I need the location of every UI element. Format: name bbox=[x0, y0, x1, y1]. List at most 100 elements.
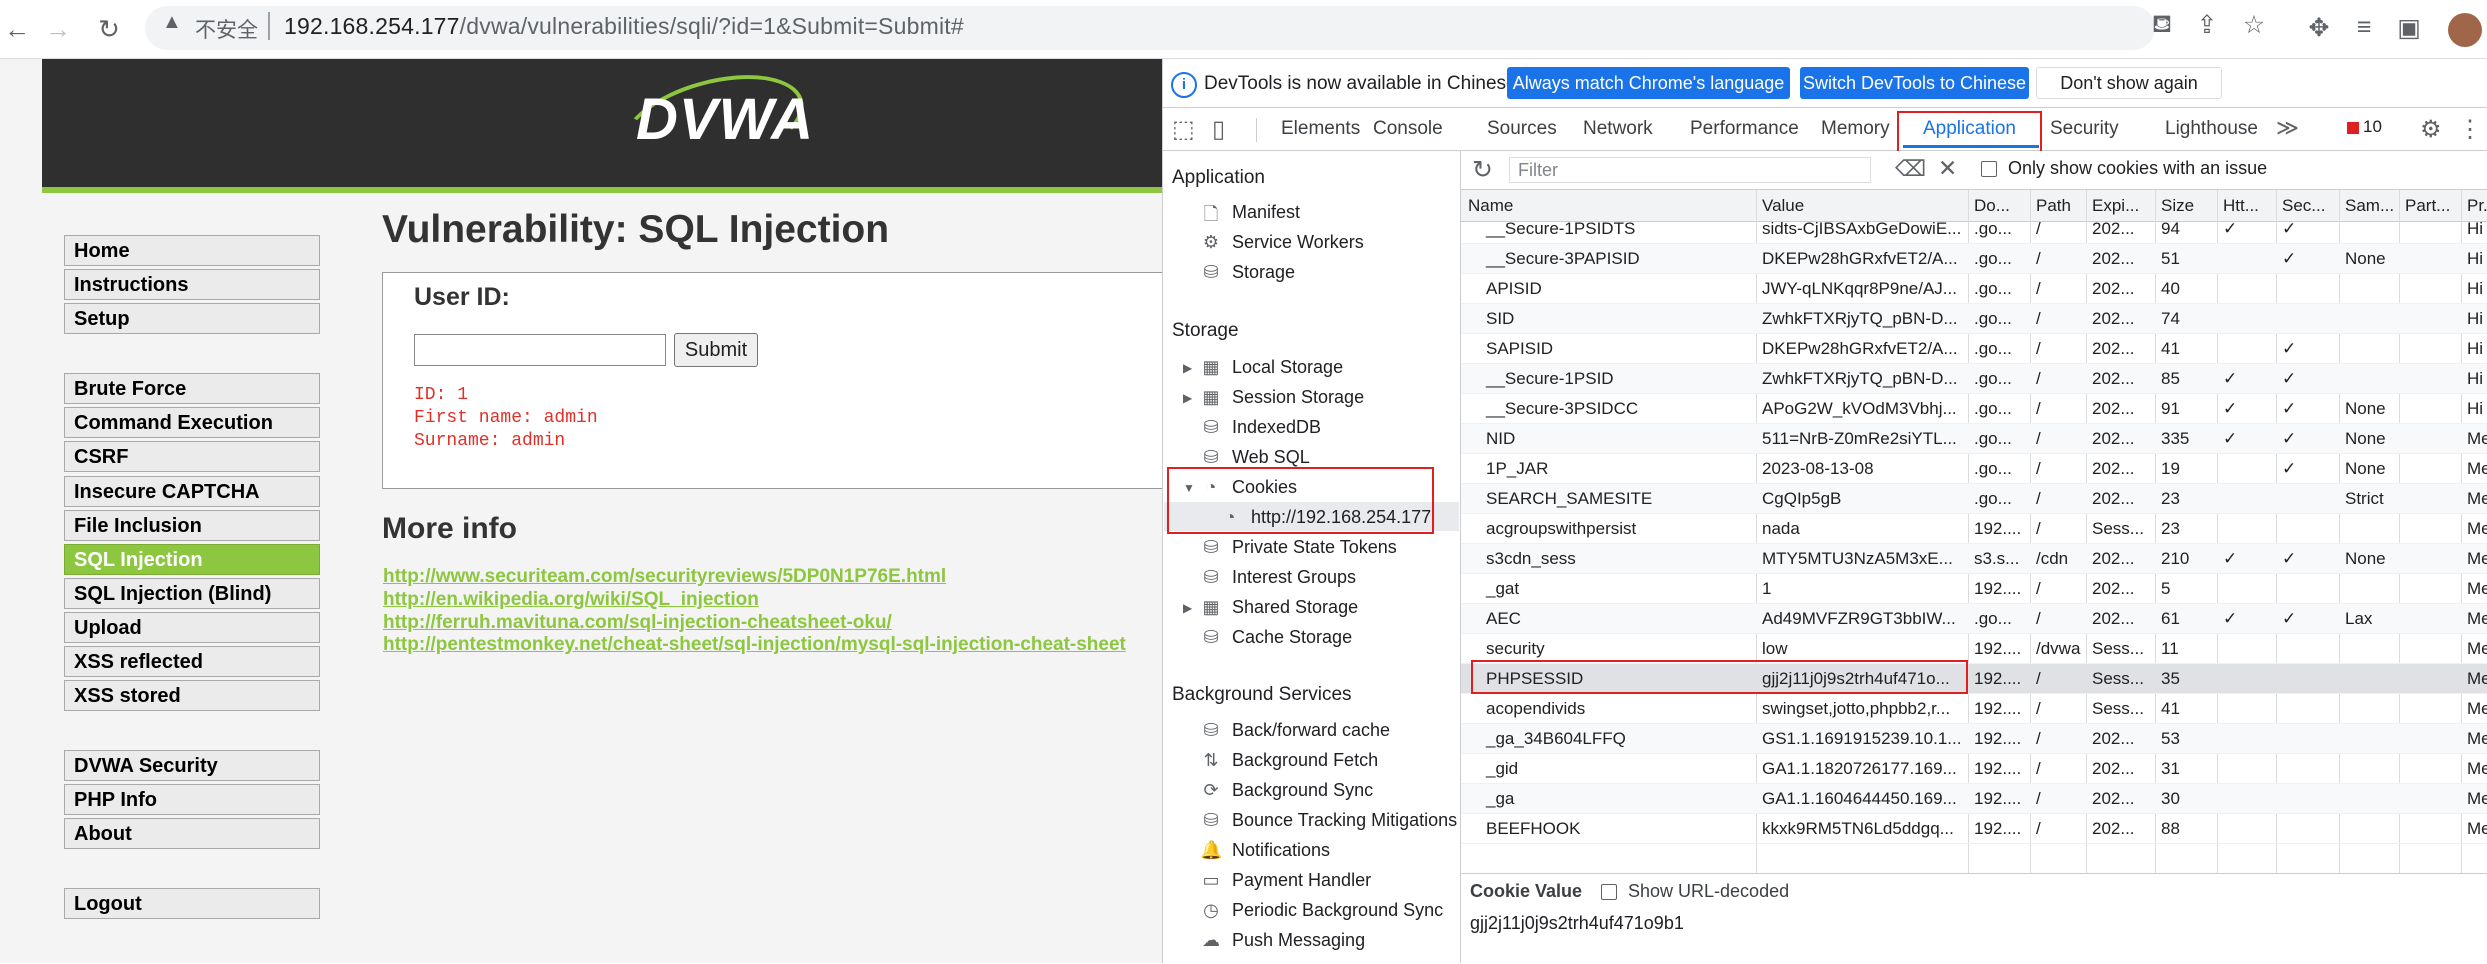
menu-item-brute-force[interactable]: Brute Force bbox=[64, 373, 320, 404]
tab-console[interactable]: Console bbox=[1373, 118, 1443, 140]
menu-item-csrf[interactable]: CSRF bbox=[64, 441, 320, 472]
menu-item-sql-injection[interactable]: SQL Injection bbox=[64, 544, 320, 575]
match-language-button[interactable]: Always match Chrome's language bbox=[1507, 67, 1790, 99]
reload-icon[interactable]: ↻ bbox=[92, 12, 126, 46]
submit-button[interactable]: Submit bbox=[674, 333, 758, 367]
sidebar-item-session-storage[interactable]: Session Storage bbox=[1232, 387, 1364, 408]
column-header-part[interactable]: Part... bbox=[2405, 196, 2463, 216]
tab-security[interactable]: Security bbox=[2050, 118, 2119, 140]
column-header-path[interactable]: Path bbox=[2036, 196, 2088, 216]
info-link-ferruh[interactable]: http://ferruh.mavituna.com/sql-injection… bbox=[383, 612, 892, 634]
sidebar-item-manifest[interactable]: Manifest bbox=[1232, 202, 1300, 223]
sidebar-item-service-workers[interactable]: Service Workers bbox=[1232, 232, 1364, 253]
sidebar-item-private-state-tokens[interactable]: Private State Tokens bbox=[1232, 537, 1397, 558]
sidebar-item-web-sql[interactable]: Web SQL bbox=[1232, 447, 1310, 468]
sidebar-item-cache-storage[interactable]: Cache Storage bbox=[1232, 627, 1352, 648]
cookie-row[interactable]: __Secure-3PSIDCC APoG2W_kVOdM3Vbhj... .go.… bbox=[1461, 394, 2487, 424]
switch-chinese-button[interactable]: Switch DevTools to Chinese bbox=[1800, 67, 2029, 99]
menu-item-upload[interactable]: Upload bbox=[64, 612, 320, 643]
expand-right-icon[interactable]: ▶ bbox=[1183, 361, 1192, 375]
sidebar-item-shared-storage[interactable]: Shared Storage bbox=[1232, 597, 1358, 618]
delete-selected-icon[interactable]: ✕ bbox=[1938, 155, 1957, 182]
user-id-input[interactable] bbox=[414, 334, 666, 366]
sidebar-item-background-fetch[interactable]: Background Fetch bbox=[1232, 750, 1378, 771]
tab-elements[interactable]: Elements bbox=[1281, 118, 1360, 140]
tab-lighthouse[interactable]: Lighthouse bbox=[2165, 118, 2258, 140]
tab-performance[interactable]: Performance bbox=[1690, 118, 1799, 140]
menu-item-instructions[interactable]: Instructions bbox=[64, 269, 320, 300]
info-link-securiteam[interactable]: http://www.securiteam.com/securityreview… bbox=[383, 566, 946, 588]
error-badge[interactable]: 10 bbox=[2347, 117, 2382, 139]
translate-icon[interactable]: ⛾ bbox=[2145, 10, 2179, 41]
menu-item-command-execution[interactable]: Command Execution bbox=[64, 407, 320, 438]
tab-network[interactable]: Network bbox=[1583, 118, 1653, 140]
cookie-row[interactable]: _gat 1 192.... / 202... 5 Me bbox=[1461, 574, 2487, 604]
sidebar-item-periodic-background-sync[interactable]: Periodic Background Sync bbox=[1232, 900, 1443, 921]
cookie-filter-input[interactable]: Filter bbox=[1509, 157, 1871, 183]
column-header-size[interactable]: Size bbox=[2161, 196, 2217, 216]
cookie-row[interactable]: _ga_34B604LFFQ GS1.1.1691915239.10.1... 19… bbox=[1461, 724, 2487, 754]
tab-sources[interactable]: Sources bbox=[1487, 118, 1557, 140]
reading-list-icon[interactable]: ≡ bbox=[2347, 13, 2381, 42]
cookie-row[interactable]: __Secure-1PSIDTS sidts-CjIBSAxbGeDowiE...… bbox=[1461, 214, 2487, 244]
menu-item-xss-reflected[interactable]: XSS reflected bbox=[64, 646, 320, 677]
sidebar-item-push-messaging[interactable]: Push Messaging bbox=[1232, 930, 1365, 951]
cookie-row[interactable]: s3cdn_sess MTY5MTU3NzA5M3xE... s3.s... /cdn… bbox=[1461, 544, 2487, 574]
forward-arrow-icon[interactable]: → bbox=[41, 12, 75, 46]
sidebar-item-background-sync[interactable]: Background Sync bbox=[1232, 780, 1373, 801]
sidebar-item-back-forward-cache[interactable]: Back/forward cache bbox=[1232, 720, 1390, 741]
clear-filtered-icon[interactable]: ⌫ bbox=[1895, 156, 1926, 182]
menu-item-setup[interactable]: Setup bbox=[64, 303, 320, 334]
cookie-row[interactable]: acgroupswithpersist nada 192.... / Sess... 23… bbox=[1461, 514, 2487, 544]
cookie-row[interactable]: __Secure-3PAPISID DKEPw28hGRxfvET2/A... .g… bbox=[1461, 244, 2487, 274]
url-text[interactable]: 192.168.254.177/dvwa/vulnerabilities/sql… bbox=[284, 13, 964, 40]
insecure-label[interactable]: 不安全 bbox=[195, 14, 258, 44]
sidebar-item-storage[interactable]: Storage bbox=[1232, 262, 1295, 283]
menu-item-file-inclusion[interactable]: File Inclusion bbox=[64, 510, 320, 541]
cookie-row[interactable]: AEC Ad49MVFZR9GT3bbIW... .go... / 202... 61 ✓ ✓… bbox=[1461, 604, 2487, 634]
column-header-value[interactable]: Value bbox=[1762, 196, 1967, 216]
sidebar-item-bounce-tracking-mitigations[interactable]: Bounce Tracking Mitigations bbox=[1232, 810, 1457, 831]
expand-right-icon[interactable]: ▶ bbox=[1183, 601, 1192, 615]
cookie-row[interactable]: 1P_JAR 2023-08-13-08 .go... / 202... 19 ✓ None M… bbox=[1461, 454, 2487, 484]
sidebar-item-payment-handler[interactable]: Payment Handler bbox=[1232, 870, 1371, 891]
cookie-row[interactable]: SEARCH_SAMESITE CgQIp5gB .go... / 202... 23 St… bbox=[1461, 484, 2487, 514]
cookie-row[interactable]: _ga GA1.1.1604644450.169... 192.... / 202...… bbox=[1461, 784, 2487, 814]
cookie-row[interactable]: SID ZwhkFTXRjyTQ_pBN-D... .go... / 202... 74 H… bbox=[1461, 304, 2487, 334]
column-header-pr[interactable]: Pr... bbox=[2467, 196, 2487, 216]
warning-icon[interactable]: ▲ bbox=[162, 11, 182, 34]
device-toolbar-icon[interactable]: ▯ bbox=[1212, 115, 1225, 144]
expand-right-icon[interactable]: ▶ bbox=[1183, 391, 1192, 405]
inspect-element-icon[interactable]: ⬚ bbox=[1172, 115, 1195, 144]
cookie-row[interactable]: APISID JWY-qLNKqqr8P9ne/AJ... .go... / 202..… bbox=[1461, 274, 2487, 304]
menu-item-sql-injection-blind[interactable]: SQL Injection (Blind) bbox=[64, 578, 320, 609]
bookmark-star-icon[interactable]: ☆ bbox=[2237, 10, 2271, 40]
sidebar-item-interest-groups[interactable]: Interest Groups bbox=[1232, 567, 1356, 588]
menu-item-home[interactable]: Home bbox=[64, 235, 320, 266]
back-arrow-icon[interactable]: ← bbox=[0, 12, 34, 46]
menu-item-about[interactable]: About bbox=[64, 818, 320, 849]
only-issue-checkbox[interactable] bbox=[1981, 161, 1997, 177]
cookie-row[interactable]: BEEFHOOK kkxk9RM5TN6Ld5ddgq... 192.... / 202… bbox=[1461, 814, 2487, 844]
profile-avatar[interactable] bbox=[2448, 13, 2482, 47]
column-header-sec[interactable]: Sec... bbox=[2282, 196, 2340, 216]
menu-item-php-info[interactable]: PHP Info bbox=[64, 784, 320, 815]
dont-show-again-button[interactable]: Don't show again bbox=[2036, 67, 2222, 99]
side-panel-icon[interactable]: ▣ bbox=[2392, 13, 2426, 43]
menu-item-logout[interactable]: Logout bbox=[64, 888, 320, 919]
extensions-icon[interactable]: ✥ bbox=[2302, 13, 2336, 43]
cookie-row[interactable]: acopendivids swingset,jotto,phpbb2,r... 19… bbox=[1461, 694, 2487, 724]
column-header-sam[interactable]: Sam... bbox=[2345, 196, 2401, 216]
menu-item-xss-stored[interactable]: XSS stored bbox=[64, 680, 320, 711]
refresh-icon[interactable]: ↻ bbox=[1472, 155, 1493, 185]
settings-gear-icon[interactable]: ⚙ bbox=[2420, 115, 2442, 144]
sidebar-item-indexeddb[interactable]: IndexedDB bbox=[1232, 417, 1321, 438]
cookie-row[interactable]: SAPISID DKEPw28hGRxfvET2/A... .go... / 202..… bbox=[1461, 334, 2487, 364]
more-tabs-chevron-icon[interactable]: ≫ bbox=[2276, 115, 2299, 141]
menu-item-insecure-captcha[interactable]: Insecure CAPTCHA bbox=[64, 476, 320, 507]
info-link-pentestmonkey[interactable]: http://pentestmonkey.net/cheat-sheet/sql… bbox=[383, 634, 1126, 656]
cookie-row[interactable]: _gid GA1.1.1820726177.169... 192.... / 202..… bbox=[1461, 754, 2487, 784]
cookie-row[interactable]: NID 511=NrB-Z0mRe2siYTL... .go... / 202... 33… bbox=[1461, 424, 2487, 454]
menu-item-dvwa-security[interactable]: DVWA Security bbox=[64, 750, 320, 781]
kebab-menu-icon[interactable]: ⋮ bbox=[2458, 115, 2482, 144]
